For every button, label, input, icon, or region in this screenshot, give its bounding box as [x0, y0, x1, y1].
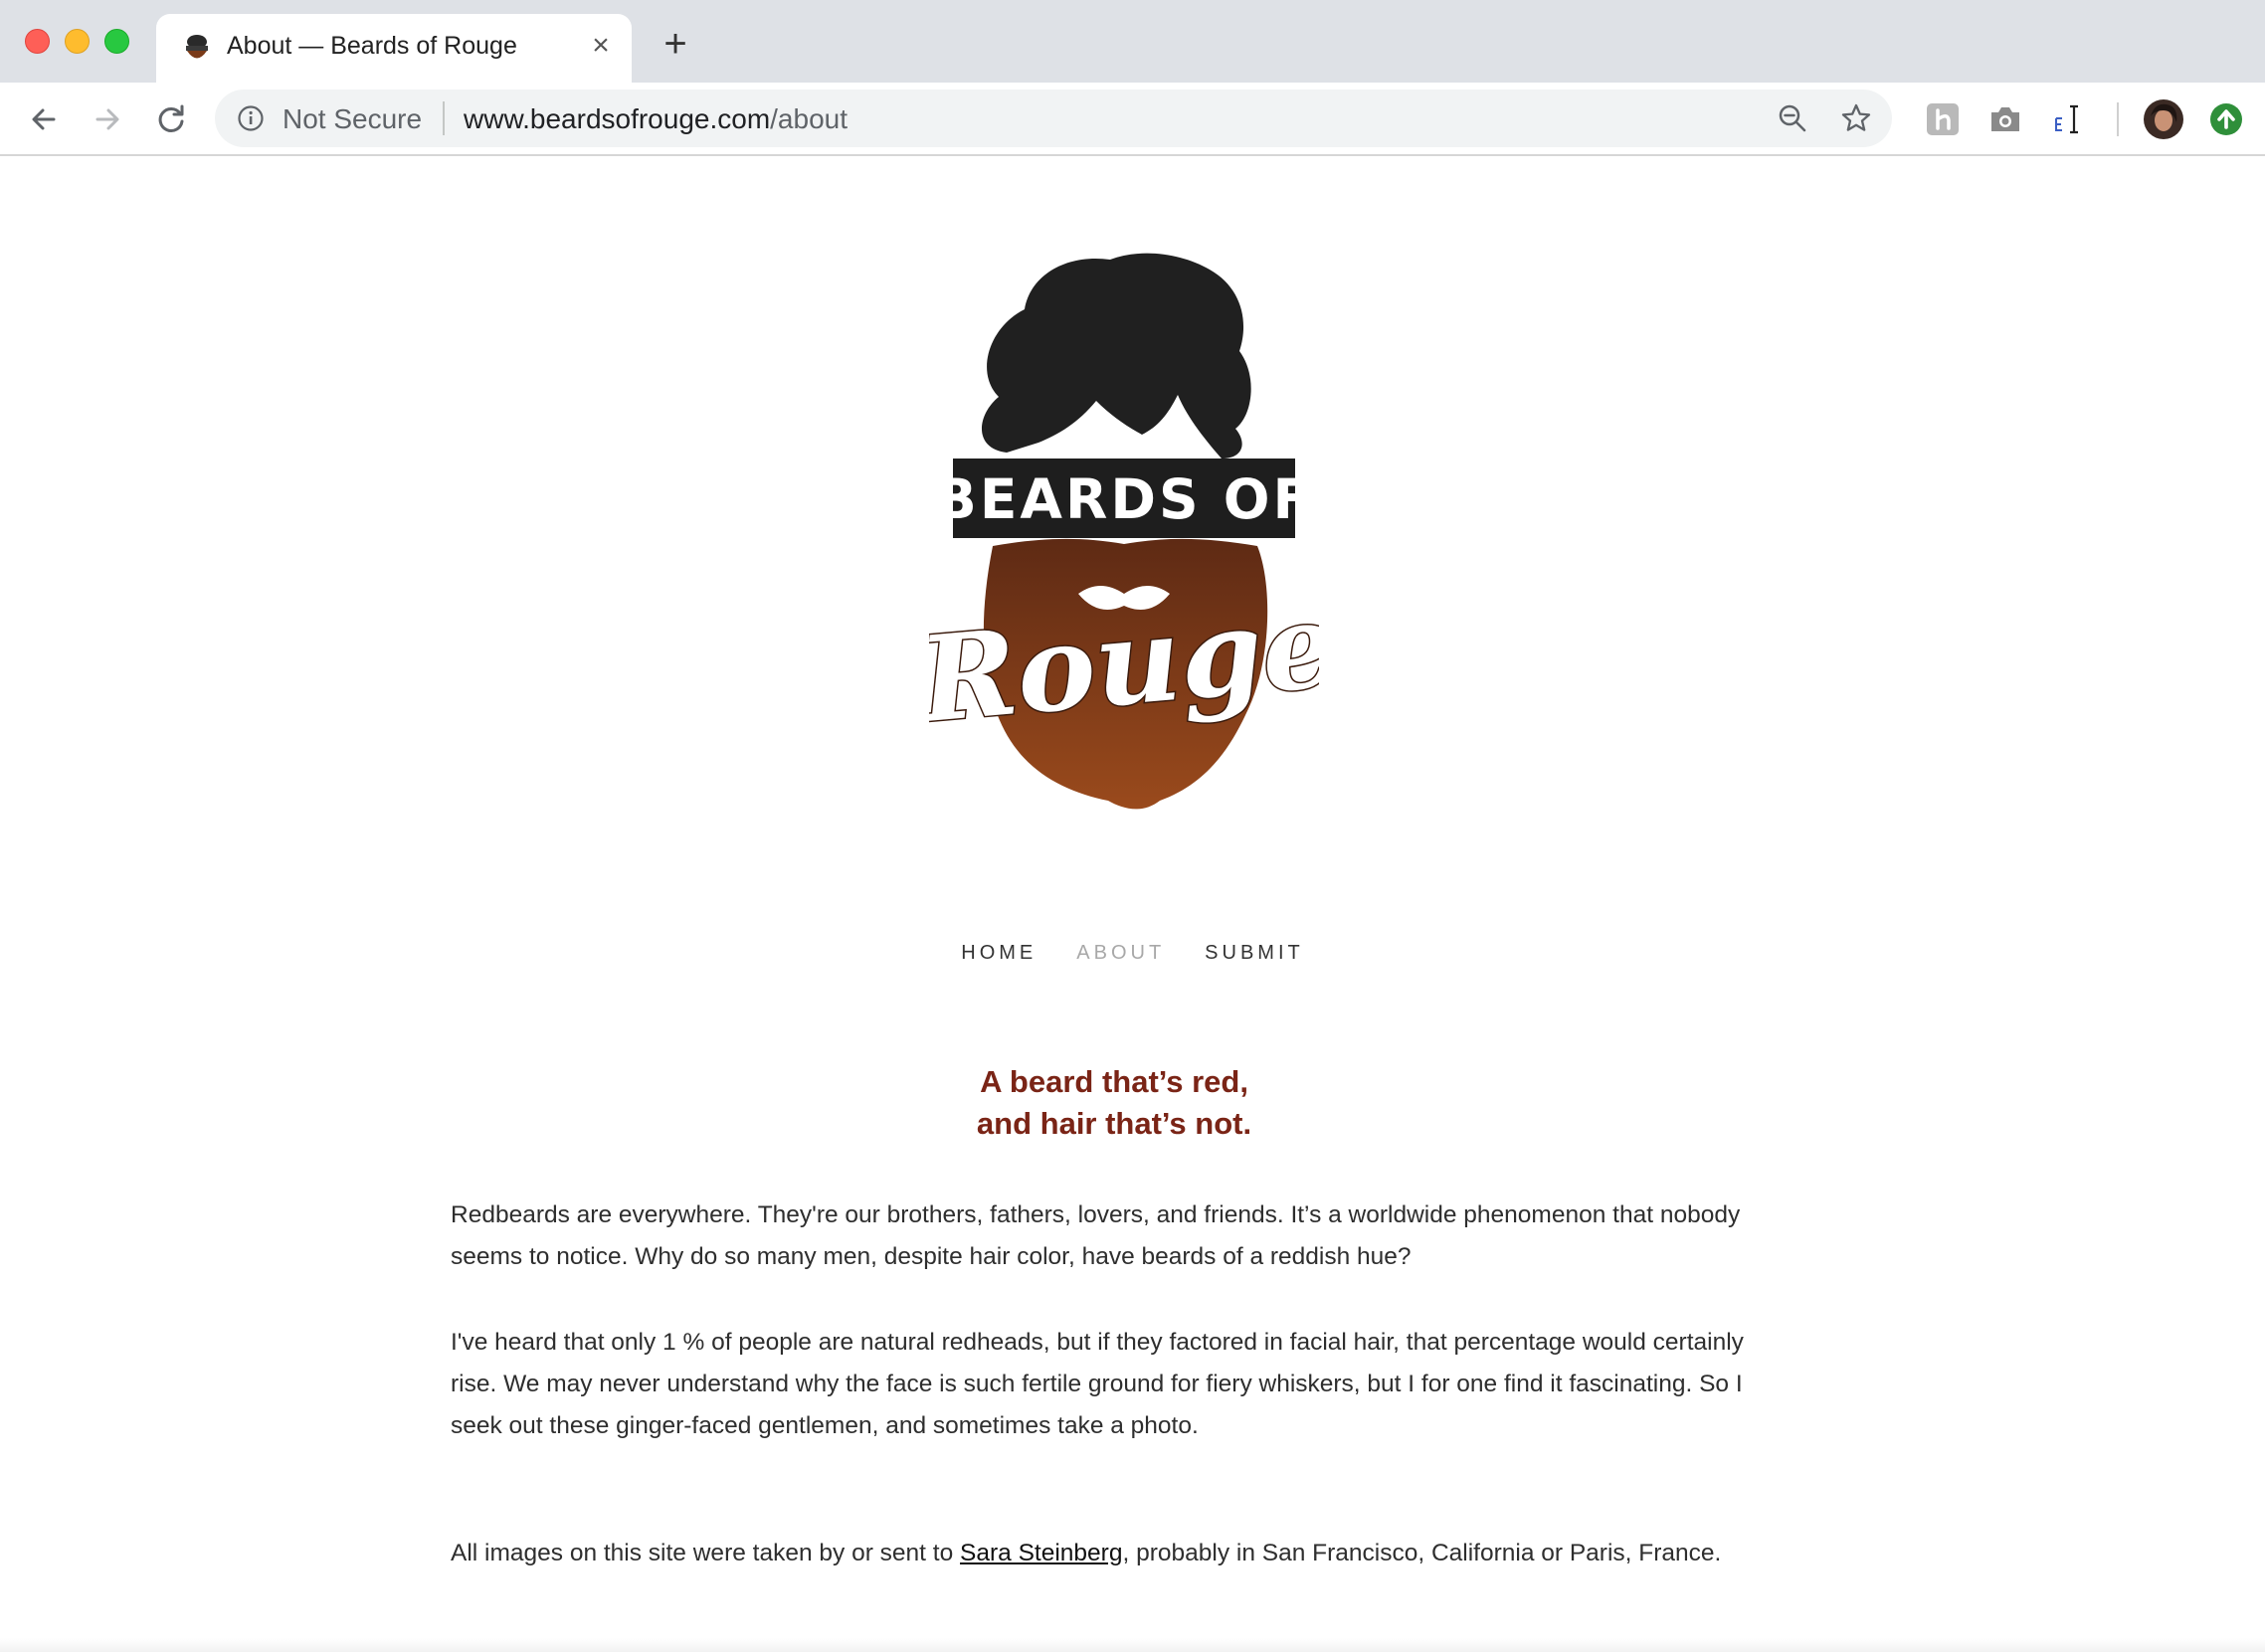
- nav-about[interactable]: ABOUT: [1076, 942, 1165, 965]
- author-link[interactable]: Sara Steinberg: [960, 1540, 1122, 1566]
- browser-tab-active[interactable]: About — Beards of Rouge ×: [156, 14, 632, 83]
- extension-icon[interactable]: [1924, 100, 1962, 138]
- browser-titlebar: About — Beards of Rouge × +: [0, 0, 2265, 83]
- close-window-button[interactable]: [25, 29, 50, 54]
- logo-line1: BEARDS OF: [935, 467, 1313, 531]
- nav-home[interactable]: HOME: [961, 942, 1037, 965]
- forward-icon[interactable]: [88, 99, 127, 139]
- headline-line-2: and hair that’s not.: [976, 1106, 1252, 1141]
- headline-line-1: A beard that’s red,: [980, 1064, 1248, 1099]
- update-icon[interactable]: [2207, 100, 2245, 138]
- maximize-window-button[interactable]: [104, 29, 129, 54]
- info-icon[interactable]: [237, 104, 265, 132]
- extensions-divider: [2117, 102, 2119, 136]
- beard-favicon-icon: [186, 35, 208, 59]
- page-bottom-edge: [0, 1638, 2265, 1652]
- tab-title: About — Beards of Rouge: [227, 32, 517, 60]
- camera-icon[interactable]: [1986, 100, 2024, 138]
- zoom-out-icon[interactable]: [1777, 102, 1808, 134]
- credit-suffix: , probably in San Francisco, California …: [1122, 1540, 1722, 1566]
- paragraph-2: I've heard that only 1 % of people are n…: [451, 1329, 1744, 1439]
- browser-toolbar: Not Secure www.beardsofrouge.com/about: [0, 83, 2265, 156]
- tab-close-icon[interactable]: ×: [586, 31, 616, 61]
- credit-prefix: All images on this site were taken by or…: [451, 1540, 961, 1566]
- url-path: /about: [770, 103, 849, 134]
- beards-of-rouge-logo[interactable]: BEARDS OF Rouge: [929, 248, 1319, 815]
- url-text[interactable]: www.beardsofrouge.com/about: [464, 103, 848, 135]
- security-label[interactable]: Not Secure: [283, 103, 422, 135]
- text-cursor-icon[interactable]: [2050, 100, 2088, 138]
- omnibox-divider: [443, 101, 445, 135]
- bookmark-star-icon[interactable]: [1840, 102, 1872, 134]
- paragraph-1: Redbeards are everywhere. They're our br…: [451, 1201, 1741, 1270]
- new-tab-button[interactable]: +: [660, 24, 691, 64]
- profile-avatar[interactable]: [2143, 98, 2184, 140]
- web-page: BEARDS OF Rouge HOME ABOUT SUBMIT A beard …: [0, 156, 2265, 1652]
- back-icon[interactable]: [24, 99, 64, 139]
- address-bar[interactable]: Not Secure www.beardsofrouge.com/about: [215, 90, 1892, 147]
- page-headline: A beard that’s red, and hair that’s not.: [445, 1061, 1784, 1145]
- nav-submit[interactable]: SUBMIT: [1205, 942, 1304, 965]
- credit-paragraph: All images on this site were taken by or…: [451, 1533, 1784, 1574]
- minimize-window-button[interactable]: [65, 29, 90, 54]
- reload-icon[interactable]: [151, 99, 191, 139]
- site-navigation: HOME ABOUT SUBMIT: [0, 942, 2265, 965]
- about-content: A beard that’s red, and hair that’s not.…: [451, 1061, 1784, 1574]
- url-host: www.beardsofrouge.com: [464, 103, 771, 134]
